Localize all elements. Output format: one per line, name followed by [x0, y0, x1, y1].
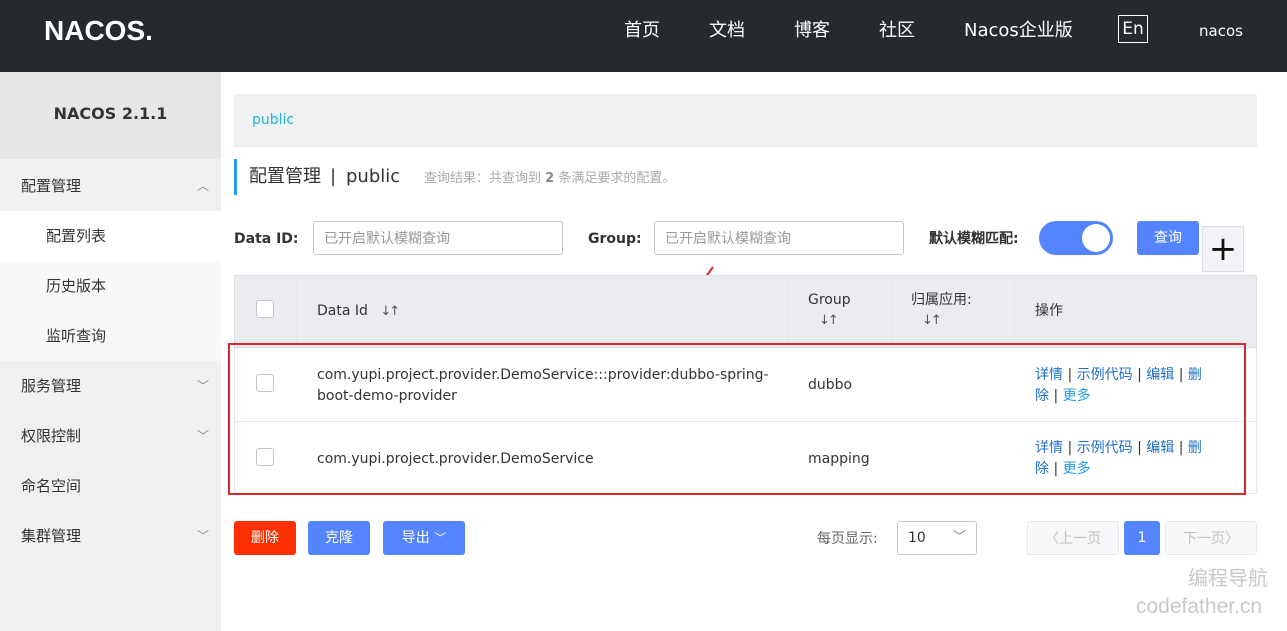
annotation-highlight-box: [228, 343, 1246, 495]
chevron-left-icon: 〈: [1045, 531, 1059, 547]
sidebar-item-namespace[interactable]: 命名空间: [0, 461, 221, 511]
sidebar-item-service-management[interactable]: 服务管理 ﹀: [0, 361, 221, 411]
result-prefix: 查询结果：共查询到: [424, 171, 542, 186]
user-name[interactable]: nacos: [1199, 20, 1243, 42]
clone-button[interactable]: 克隆: [308, 521, 370, 555]
nav-home[interactable]: 首页: [624, 18, 660, 44]
plus-icon: +: [1208, 229, 1238, 269]
nacos-logo[interactable]: NACOS.: [44, 13, 184, 47]
add-config-button[interactable]: +: [1202, 226, 1244, 272]
group-search-input[interactable]: [654, 221, 904, 255]
chevron-up-icon: ︿: [196, 179, 209, 193]
title-separator: |: [330, 166, 337, 187]
query-button[interactable]: 查询: [1137, 221, 1199, 255]
dataid-search-input[interactable]: [313, 221, 563, 255]
chevron-down-icon: ﹀: [952, 530, 966, 545]
sidebar-item-access-control[interactable]: 权限控制 ﹀: [0, 411, 221, 461]
delete-button[interactable]: 删除: [234, 521, 296, 555]
column-header-app: 归属应用:: [911, 292, 972, 308]
column-header-label: Data Id: [317, 303, 368, 319]
sort-icon[interactable]: ↓↑: [380, 304, 400, 319]
page-size-select[interactable]: 10 ﹀: [897, 521, 977, 555]
sort-icon[interactable]: ↓↑: [922, 313, 942, 328]
current-page-button[interactable]: 1: [1124, 521, 1160, 555]
next-page-button[interactable]: 下一页〉: [1165, 521, 1257, 555]
fuzzy-match-toggle[interactable]: [1039, 221, 1113, 255]
select-all-checkbox[interactable]: [256, 300, 274, 318]
page-size-label: 每页显示:: [817, 531, 878, 547]
sidebar-item-config-management[interactable]: 配置管理 ︿: [0, 161, 221, 211]
sidebar-item-listener-query[interactable]: 监听查询: [0, 311, 221, 361]
page-size-value: 10: [908, 530, 926, 546]
sidebar-item-label: 集群管理: [21, 527, 82, 545]
result-suffix: 条满足要求的配置。: [558, 171, 676, 186]
sidebar-item-label: 历史版本: [46, 277, 107, 295]
nav-enterprise[interactable]: Nacos企业版: [964, 18, 1073, 44]
nav-docs[interactable]: 文档: [709, 18, 745, 44]
sidebar-item-cluster-management[interactable]: 集群管理 ﹀: [0, 511, 221, 561]
column-header-group: Group: [808, 292, 851, 308]
chevron-down-icon: ﹀: [434, 531, 447, 545]
namespace-tab-public[interactable]: public: [252, 112, 294, 128]
toggle-knob: [1082, 224, 1110, 252]
nav-community[interactable]: 社区: [879, 18, 915, 44]
sort-icon[interactable]: ↓↑: [819, 313, 839, 328]
export-label: 导出: [401, 530, 430, 546]
next-page-label: 下一页: [1183, 531, 1225, 547]
prev-page-label: 上一页: [1059, 531, 1101, 547]
watermark-domain: codefather.cn: [1136, 595, 1263, 618]
sidebar-version-title: NACOS 2.1.1: [53, 104, 168, 123]
chevron-right-icon: 〉: [1225, 531, 1239, 547]
export-dropdown-button[interactable]: 导出 ﹀: [383, 521, 465, 555]
sidebar-item-label: 服务管理: [21, 377, 82, 395]
sidebar-item-label: 配置列表: [46, 227, 107, 245]
sidebar-item-config-list[interactable]: 配置列表: [0, 211, 221, 261]
sidebar-item-label: 命名空间: [21, 477, 82, 495]
nav-blog[interactable]: 博客: [794, 18, 830, 44]
sidebar-item-label: 配置管理: [21, 177, 82, 195]
column-header-dataid[interactable]: Data Id ↓↑: [317, 301, 400, 322]
logo-text: NACOS.: [44, 15, 153, 46]
namespace-tabs: [234, 94, 1257, 147]
page-title: 配置管理: [249, 166, 321, 187]
language-switch-button[interactable]: En: [1118, 15, 1148, 43]
column-header-ops: 操作: [1035, 303, 1063, 319]
chevron-down-icon: ﹀: [196, 379, 209, 393]
page-namespace: public: [346, 166, 401, 187]
sidebar-item-history[interactable]: 历史版本: [0, 261, 221, 311]
prev-page-button[interactable]: 〈上一页: [1027, 521, 1119, 555]
title-accent-bar: [234, 159, 237, 195]
dataid-label: Data ID:: [234, 231, 299, 247]
fuzzy-match-label: 默认模糊匹配:: [929, 231, 1019, 247]
result-count: 2: [545, 171, 555, 186]
watermark-title: 编程导航: [1188, 566, 1268, 590]
sidebar-item-label: 权限控制: [21, 427, 82, 445]
group-label: Group:: [588, 231, 642, 247]
sidebar-item-label: 监听查询: [46, 327, 107, 345]
query-result-text: 查询结果：共查询到 2 条满足要求的配置。: [424, 170, 675, 188]
chevron-down-icon: ﹀: [196, 429, 209, 443]
chevron-down-icon: ﹀: [196, 529, 209, 543]
